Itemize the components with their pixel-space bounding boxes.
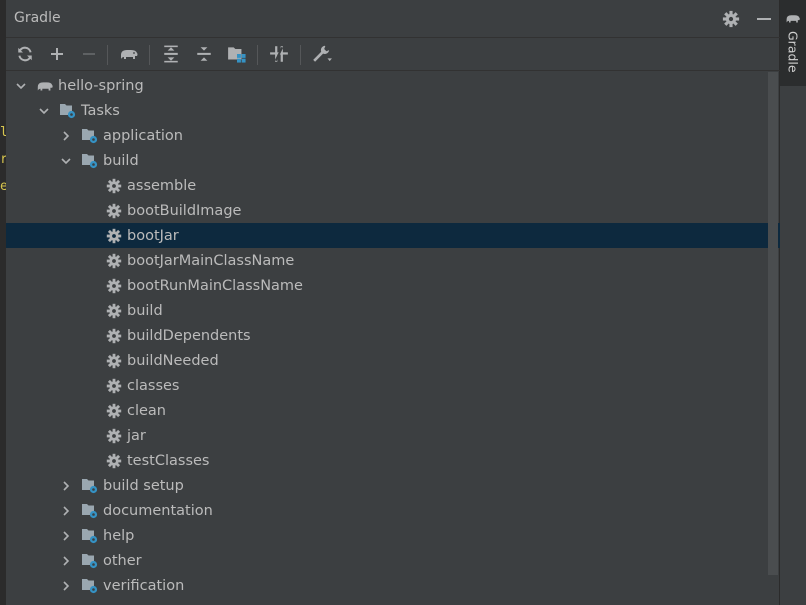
task-folder-icon [81,527,99,545]
chevron-right-icon[interactable] [59,529,73,543]
tree-node-label: build [103,152,139,169]
chevron-right-icon[interactable] [59,504,73,518]
side-tab-label: Gradle [785,31,801,73]
tree-node-label: clean [127,402,166,419]
chevron-right-icon[interactable] [59,479,73,493]
task-folder-icon [81,577,99,595]
tree-node-label: bootRunMainClassName [127,277,303,294]
tree-task-item-selected[interactable]: bootJar [6,223,780,248]
tree-node-label: buildNeeded [127,352,219,369]
gear-icon [105,302,123,320]
tree-node-group-help[interactable]: help [6,523,780,548]
tree-task-item[interactable]: jar [6,423,780,448]
tree-node-label: documentation [103,502,213,519]
toolbar-separator [300,45,301,65]
tree-node-label: classes [127,377,180,394]
tree-task-item[interactable]: build [6,298,780,323]
remove-icon[interactable] [77,42,101,66]
chevron-down-icon[interactable] [37,104,51,118]
tree-node-label: bootBuildImage [127,202,242,219]
tool-window-header: Gradle [6,0,780,38]
tree-node-label: help [103,527,135,544]
gradle-tool-window: Gradle hello-spring Tasks application bu… [6,0,780,605]
side-tab-gradle[interactable]: Gradle [780,0,806,86]
tree-node-project[interactable]: hello-spring [6,73,780,98]
gear-icon [105,327,123,345]
chevron-right-icon[interactable] [59,579,73,593]
gradle-elephant-icon [36,77,54,95]
tree-node-label: jar [127,427,146,444]
tree-task-item[interactable]: classes [6,373,780,398]
tree-node-label: application [103,127,183,144]
toolbar-separator [107,45,108,65]
gradle-elephant-icon [786,15,800,23]
tree-task-item[interactable]: testClasses [6,448,780,473]
gear-icon [105,402,123,420]
gear-icon [105,177,123,195]
chevron-right-icon[interactable] [59,554,73,568]
chevron-down-icon[interactable] [59,154,73,168]
tree-node-group-application[interactable]: application [6,123,780,148]
gradle-elephant-icon[interactable] [117,42,141,66]
task-folder-icon [81,477,99,495]
task-folder-icon [81,502,99,520]
tree-node-label: other [103,552,142,569]
toggle-offline-icon[interactable] [267,42,291,66]
tree-node-group-other[interactable]: other [6,548,780,573]
chevron-right-icon[interactable] [59,129,73,143]
collapse-all-icon[interactable] [192,42,216,66]
tree-node-label: hello-spring [58,77,144,94]
tree-task-item[interactable]: clean [6,398,780,423]
tree-node-label: testClasses [127,452,210,469]
reload-icon[interactable] [13,42,37,66]
gear-icon [105,252,123,270]
gear-icon[interactable] [721,9,741,29]
tree-task-item[interactable]: bootRunMainClassName [6,273,780,298]
tree-node-label: buildDependents [127,327,251,344]
tree-node-label: assemble [127,177,197,194]
tree-node-group-documentation[interactable]: documentation [6,498,780,523]
tree-node-label: Tasks [81,102,120,119]
tree-task-item[interactable]: bootBuildImage [6,198,780,223]
tool-window-title: Gradle [14,10,61,26]
tree-task-item[interactable]: buildDependents [6,323,780,348]
tree-node-label: build [127,302,163,319]
task-folder-icon [81,127,99,145]
expand-all-icon[interactable] [159,42,183,66]
add-icon[interactable] [45,42,69,66]
task-folder-icon [81,152,99,170]
tree-node-group-build-setup[interactable]: build setup [6,473,780,498]
gear-icon [105,227,123,245]
tree-node-label: build setup [103,477,184,494]
tree-task-item[interactable]: buildNeeded [6,348,780,373]
tree-node-group-build[interactable]: build [6,148,780,173]
minimize-icon[interactable] [754,9,774,29]
tree-task-item[interactable]: assemble [6,173,780,198]
task-folder-icon [59,102,77,120]
tree-node-label: bootJar [127,227,179,244]
toolbar-separator [257,45,258,65]
wrench-icon[interactable] [310,42,334,66]
gear-icon [105,377,123,395]
gear-icon [105,452,123,470]
vertical-scrollbar[interactable] [768,72,778,575]
tree-node-tasks[interactable]: Tasks [6,98,780,123]
gear-icon [105,202,123,220]
tree-node-label: verification [103,577,185,594]
gradle-toolbar [6,38,780,71]
chevron-down-icon[interactable] [14,79,28,93]
tree-task-item[interactable]: bootJarMainClassName [6,248,780,273]
group-modules-icon[interactable] [225,42,249,66]
task-folder-icon [81,552,99,570]
gear-icon [105,277,123,295]
toolbar-separator [149,45,150,65]
gear-icon [105,427,123,445]
gradle-task-tree: hello-spring Tasks application build ass… [6,73,780,605]
right-tool-strip: Gradle [780,0,806,605]
tree-node-label: bootJarMainClassName [127,252,295,269]
gear-icon [105,352,123,370]
tree-node-group-verification[interactable]: verification [6,573,780,598]
